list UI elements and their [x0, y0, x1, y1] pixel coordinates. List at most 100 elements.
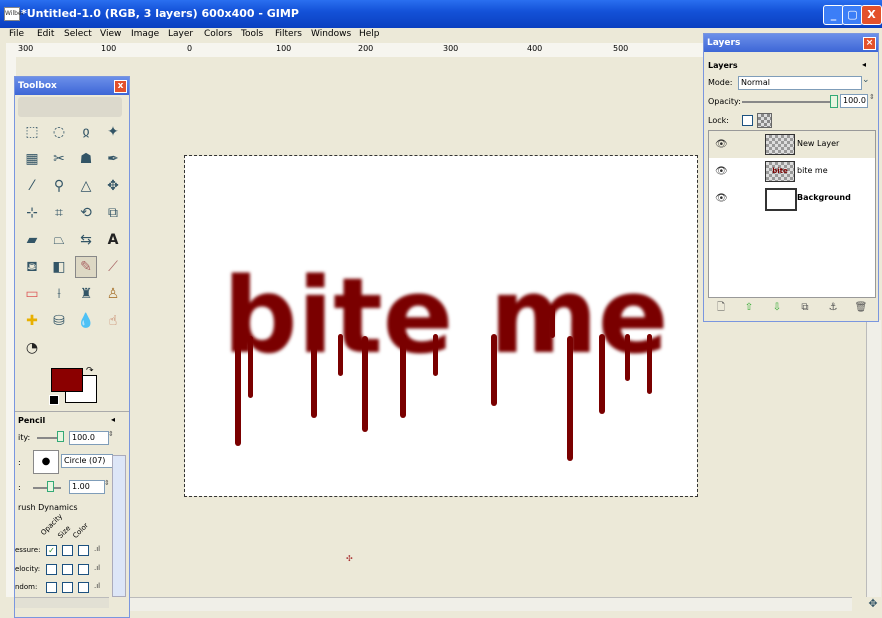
- ellipse-select-icon[interactable]: ◌: [48, 121, 70, 143]
- measure-icon[interactable]: △: [75, 175, 97, 197]
- menu-edit[interactable]: Edit: [37, 29, 54, 39]
- color-picker-icon[interactable]: ⁄: [21, 175, 43, 197]
- airbrush-icon[interactable]: ⟊: [48, 283, 70, 305]
- heal-icon[interactable]: ✚: [21, 310, 43, 332]
- visibility-eye-icon[interactable]: 👁: [715, 193, 728, 204]
- layer-row-new-layer[interactable]: 👁 New Layer: [709, 131, 875, 158]
- pencil-icon[interactable]: ✎: [75, 256, 97, 278]
- default-colors-icon[interactable]: [49, 395, 59, 405]
- layers-menu-icon[interactable]: ◂: [862, 60, 866, 69]
- options-hscrollbar[interactable]: [15, 597, 109, 608]
- layer-row-bite-me[interactable]: 👁 bite me bite me: [709, 158, 875, 194]
- layers-close-button[interactable]: ×: [863, 37, 876, 50]
- pressure-opacity-checkbox[interactable]: ✓: [46, 545, 57, 556]
- random-curve-icon[interactable]: .ıl: [94, 582, 100, 590]
- layer-opacity-handle[interactable]: [830, 95, 838, 108]
- perspective-clone-icon[interactable]: ⛁: [48, 310, 70, 332]
- zoom-icon[interactable]: ⚲: [48, 175, 70, 197]
- menu-colors[interactable]: Colors: [204, 29, 232, 39]
- menu-file[interactable]: File: [9, 29, 24, 39]
- swap-colors-icon[interactable]: ↷: [86, 366, 94, 376]
- ink-icon[interactable]: ♜: [75, 283, 97, 305]
- menu-layer[interactable]: Layer: [168, 29, 193, 39]
- random-size-checkbox[interactable]: [62, 582, 73, 593]
- bucket-fill-icon[interactable]: ⛾: [21, 256, 43, 278]
- menu-select[interactable]: Select: [64, 29, 92, 39]
- opacity-spin-icon[interactable]: ⇕: [108, 430, 114, 438]
- rotate-icon[interactable]: ⟲: [75, 202, 97, 224]
- menu-image[interactable]: Image: [131, 29, 159, 39]
- lock-alpha-icon[interactable]: [757, 113, 772, 128]
- scale-spin-icon[interactable]: ⇕: [104, 479, 110, 487]
- random-opacity-checkbox[interactable]: [46, 582, 57, 593]
- paintbrush-icon[interactable]: ⟋: [102, 256, 124, 278]
- flip-icon[interactable]: ⇆: [75, 229, 97, 251]
- gradient-icon[interactable]: ◧: [48, 256, 70, 278]
- vertical-scrollbar[interactable]: [866, 320, 881, 597]
- velocity-color-checkbox[interactable]: [78, 564, 89, 575]
- close-button[interactable]: X: [861, 5, 882, 25]
- scissors-icon[interactable]: ✂: [48, 148, 70, 170]
- pressure-color-checkbox[interactable]: [78, 545, 89, 556]
- opacity-field[interactable]: 100.0: [69, 431, 109, 445]
- scale-icon[interactable]: ⧉: [102, 202, 124, 224]
- color-select-icon[interactable]: ▦: [21, 148, 43, 170]
- horizontal-scrollbar[interactable]: [130, 597, 852, 611]
- options-menu-icon[interactable]: ◂: [111, 415, 115, 424]
- layer-opacity-slider[interactable]: [742, 101, 834, 103]
- duplicate-layer-icon[interactable]: ⧉: [798, 301, 812, 315]
- align-icon[interactable]: ⊹: [21, 202, 43, 224]
- fuzzy-select-icon[interactable]: ✦: [102, 121, 124, 143]
- mode-dropdown[interactable]: Normal: [738, 76, 862, 90]
- opacity-slider[interactable]: [37, 437, 59, 439]
- menu-tools[interactable]: Tools: [241, 29, 263, 39]
- smudge-icon[interactable]: ☝: [102, 310, 124, 332]
- anchor-layer-icon[interactable]: ⚓: [826, 301, 840, 315]
- toolbox-close-button[interactable]: x: [114, 80, 127, 93]
- shear-icon[interactable]: ▰: [21, 229, 43, 251]
- velocity-size-checkbox[interactable]: [62, 564, 73, 575]
- clone-icon[interactable]: ♙: [102, 283, 124, 305]
- crop-icon[interactable]: ⌗: [48, 202, 70, 224]
- perspective-icon[interactable]: ⏢: [48, 229, 70, 251]
- maximize-button[interactable]: ▢: [842, 5, 863, 25]
- menu-help[interactable]: Help: [359, 29, 380, 39]
- dodge-icon[interactable]: ◔: [21, 337, 43, 359]
- minimize-button[interactable]: _: [823, 5, 844, 25]
- text-icon[interactable]: A: [102, 229, 124, 251]
- layer-row-background[interactable]: 👁 Background: [709, 185, 875, 212]
- delete-layer-icon[interactable]: 🗑: [854, 301, 868, 315]
- menu-windows[interactable]: Windows: [311, 29, 351, 39]
- lasso-icon[interactable]: ჲ: [75, 121, 97, 143]
- menu-filters[interactable]: Filters: [275, 29, 302, 39]
- blur-icon[interactable]: 💧: [75, 310, 97, 332]
- visibility-eye-icon[interactable]: 👁: [715, 166, 728, 177]
- navigate-icon[interactable]: ✥: [866, 597, 880, 610]
- random-color-checkbox[interactable]: [78, 582, 89, 593]
- raise-layer-icon[interactable]: ⇧: [742, 301, 756, 315]
- layer-opacity-field[interactable]: 100.0: [840, 94, 868, 108]
- new-layer-icon[interactable]: 🗋: [714, 301, 728, 315]
- menu-view[interactable]: View: [100, 29, 121, 39]
- move-icon[interactable]: ✥: [102, 175, 124, 197]
- scale-slider-handle[interactable]: [47, 481, 54, 492]
- paths-icon[interactable]: ✒: [102, 148, 124, 170]
- scale-field[interactable]: 1.00: [69, 480, 105, 494]
- pressure-size-checkbox[interactable]: [62, 545, 73, 556]
- rect-select-icon[interactable]: ⬚: [21, 121, 43, 143]
- lock-pixels-checkbox[interactable]: [742, 115, 753, 126]
- foreground-select-icon[interactable]: ☗: [75, 148, 97, 170]
- brush-preview[interactable]: ●: [33, 450, 59, 474]
- image-canvas[interactable]: bite me: [184, 155, 698, 497]
- visibility-eye-icon[interactable]: 👁: [715, 139, 728, 150]
- chevron-down-icon[interactable]: ⌄: [862, 75, 870, 85]
- lower-layer-icon[interactable]: ⇩: [770, 301, 784, 315]
- velocity-curve-icon[interactable]: .ıl: [94, 564, 100, 572]
- velocity-opacity-checkbox[interactable]: [46, 564, 57, 575]
- layer-opacity-spin-icon[interactable]: ⇕: [869, 93, 875, 101]
- eraser-icon[interactable]: ▭: [21, 283, 43, 305]
- opacity-slider-handle[interactable]: [57, 431, 64, 442]
- pressure-curve-icon[interactable]: .ıl: [94, 545, 100, 553]
- options-scrollbar[interactable]: [112, 455, 126, 597]
- foreground-color-swatch[interactable]: [51, 368, 83, 392]
